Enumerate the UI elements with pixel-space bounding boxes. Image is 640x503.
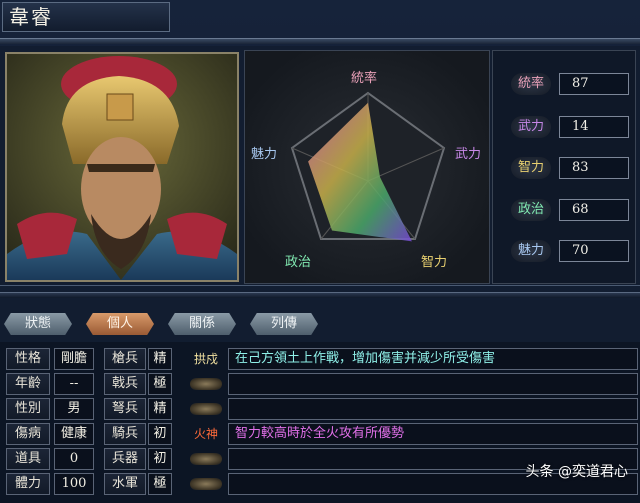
- skill-name[interactable]: 拱戍: [187, 348, 225, 370]
- unit-label: 兵器: [104, 448, 146, 470]
- unit-grade: 精: [148, 398, 172, 420]
- info-label: 年齡: [6, 373, 50, 395]
- radar-label-intelligence: 智力: [421, 255, 448, 270]
- radar-label-strength: 武力: [455, 147, 482, 162]
- unit-label: 弩兵: [104, 398, 146, 420]
- stat-label: 智力: [511, 157, 551, 179]
- skill-description: 智力較高時於全火攻有所優勢: [228, 423, 638, 445]
- stat-row-intelligence: 智力 83: [503, 157, 629, 179]
- radar-label-politics: 政治: [285, 255, 312, 270]
- info-label: 傷病: [6, 423, 50, 445]
- skill-description: [228, 373, 638, 395]
- radar-label-charm: 魅力: [251, 147, 278, 162]
- stat-value: 87: [559, 73, 629, 95]
- divider: [0, 38, 640, 44]
- info-label: 道具: [6, 448, 50, 470]
- skill-name[interactable]: 火神: [187, 423, 225, 445]
- info-label: 體力: [6, 473, 50, 495]
- stat-row-leadership: 統率 87: [503, 73, 629, 95]
- stat-value: 70: [559, 240, 629, 262]
- stat-label: 魅力: [511, 240, 551, 262]
- empty-skill-slot: [190, 478, 222, 490]
- stat-row-charm: 魅力 70: [503, 240, 629, 262]
- tab-relations[interactable]: 關係: [168, 313, 236, 335]
- empty-skill-slot: [190, 403, 222, 415]
- unit-label: 水軍: [104, 473, 146, 495]
- unit-grade: 極: [148, 373, 172, 395]
- divider: [0, 292, 640, 298]
- general-portrait: [5, 52, 239, 282]
- info-label: 性格: [6, 348, 50, 370]
- radar-chart: [290, 91, 446, 242]
- info-value: 剛膽: [54, 348, 94, 370]
- attribute-radar: 統率 武力 智力 政治 魅力: [244, 50, 490, 284]
- stat-row-strength: 武力 14: [503, 116, 629, 138]
- unit-label: 戟兵: [104, 373, 146, 395]
- stats-panel: 統率 87 武力 14 智力 83 政治 68 魅力 70: [492, 50, 636, 284]
- stat-label: 政治: [511, 199, 551, 221]
- tab-status[interactable]: 狀態: [4, 313, 72, 335]
- radar-label-leadership: 統率: [351, 71, 378, 86]
- info-value: 健康: [54, 423, 94, 445]
- stat-row-politics: 政治 68: [503, 199, 629, 221]
- stat-label: 統率: [511, 73, 551, 95]
- info-value: 100: [54, 473, 94, 495]
- stat-value: 83: [559, 157, 629, 179]
- skill-description: [228, 398, 638, 420]
- watermark: 头条 @奕道君心: [525, 464, 628, 480]
- info-value: 男: [54, 398, 94, 420]
- unit-label: 槍兵: [104, 348, 146, 370]
- unit-grade: 初: [148, 423, 172, 445]
- unit-grade: 極: [148, 473, 172, 495]
- portrait-image: [7, 54, 237, 280]
- info-label: 性別: [6, 398, 50, 420]
- info-value: --: [54, 373, 94, 395]
- stat-value: 14: [559, 116, 629, 138]
- unit-label: 騎兵: [104, 423, 146, 445]
- stat-label: 武力: [511, 116, 551, 138]
- skill-description: 在己方領土上作戰，增加傷害并減少所受傷害: [228, 348, 638, 370]
- empty-skill-slot: [190, 378, 222, 390]
- tab-biography[interactable]: 列傳: [250, 313, 318, 335]
- general-name: 韋睿: [2, 2, 170, 32]
- stat-value: 68: [559, 199, 629, 221]
- info-value: 0: [54, 448, 94, 470]
- unit-grade: 初: [148, 448, 172, 470]
- unit-grade: 精: [148, 348, 172, 370]
- empty-skill-slot: [190, 453, 222, 465]
- tab-personal[interactable]: 個人: [86, 313, 154, 335]
